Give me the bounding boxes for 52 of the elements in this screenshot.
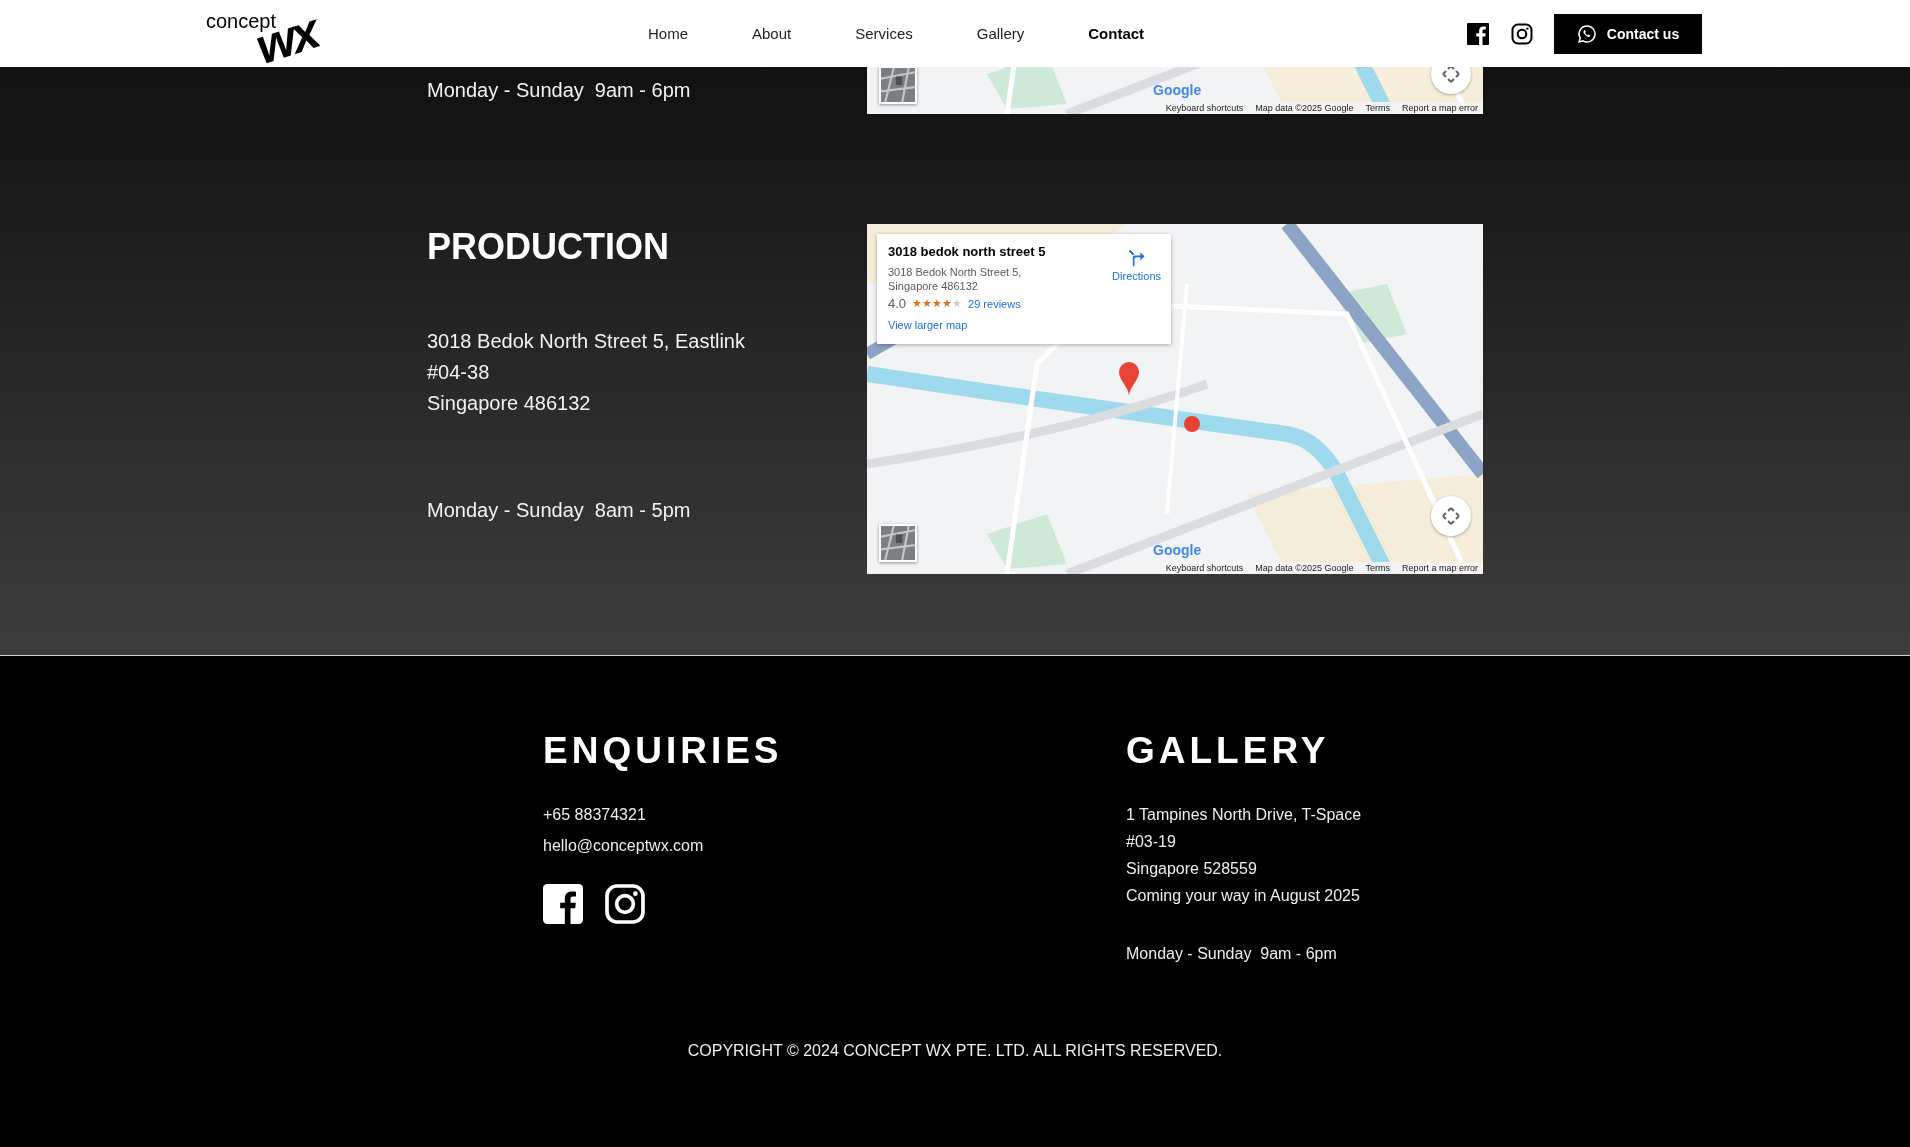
instagram-icon[interactable]: [605, 884, 645, 924]
reviews-link[interactable]: 29 reviews: [968, 297, 1021, 310]
chat-bubble-icon: [1576, 23, 1597, 44]
section-heading: PRODUCTION: [427, 226, 670, 268]
view-larger-map-link[interactable]: View larger map: [888, 319, 968, 331]
email-address: hello@conceptwx.com: [543, 837, 705, 855]
directions-arrow-icon: [1126, 248, 1147, 268]
nav-link[interactable]: Home: [616, 25, 720, 42]
opening-hours: Monday - Sunday 8am - 5pm: [427, 499, 692, 522]
contact-us-button[interactable]: Contact us: [1554, 13, 1702, 54]
attribution-link[interactable]: Map data ©2025 Google: [1255, 563, 1354, 573]
attribution-link[interactable]: Terms: [1365, 563, 1390, 573]
facebook-icon[interactable]: [1466, 21, 1490, 46]
opening-hours: Monday - Sunday 9am - 6pm: [427, 79, 692, 102]
star-rating: ★★★★★: [912, 297, 963, 310]
attribution-link[interactable]: Report a map error: [1401, 103, 1478, 113]
satellite-thumbnail-icon: [881, 68, 915, 102]
copyright-text: COPYRIGHT © 2024 CONCEPT WX PTE. LTD. ALL RIGHTS RESERVED.: [687, 1042, 1223, 1060]
google-logo: Google: [1153, 82, 1202, 98]
satellite-thumbnail-icon: [881, 526, 915, 560]
attribution-link[interactable]: Terms: [1365, 103, 1390, 113]
place-name: 3018 bedok north street 5: [888, 244, 1047, 259]
address-line: #03-19: [1126, 833, 1177, 851]
nav-link[interactable]: About: [720, 25, 824, 42]
attribution-link[interactable]: Report a map error: [1401, 563, 1478, 573]
place-address: Singapore 486132: [888, 279, 979, 293]
address-line: #04-38: [427, 361, 491, 384]
address-line: Coming your way in August 2025: [1126, 887, 1361, 905]
map-type-button[interactable]: [879, 67, 917, 104]
attribution-link[interactable]: Map data ©2025 Google: [1255, 103, 1354, 113]
address-line: 1 Tampines North Drive, T-Space: [1126, 806, 1363, 824]
map-type-button[interactable]: [879, 524, 917, 562]
nav-link[interactable]: Gallery: [944, 25, 1057, 42]
google-logo: Google: [1153, 542, 1202, 558]
rating-value: 4.0: [888, 296, 907, 311]
address-line: Singapore 486132: [427, 392, 592, 415]
directions-button[interactable]: Directions: [1112, 248, 1161, 290]
opening-hours: Monday - Sunday 9am - 6pm: [1126, 945, 1338, 963]
nav-link[interactable]: Services: [823, 25, 945, 42]
place-address: 3018 Bedok North Street 5,: [888, 265, 1023, 279]
facebook-icon[interactable]: [543, 884, 583, 924]
address-line: Singapore 528559: [1126, 860, 1258, 878]
instagram-icon[interactable]: [1510, 21, 1534, 46]
logo[interactable]: concept wx: [206, 5, 326, 62]
nav-link[interactable]: Contact: [1056, 25, 1177, 42]
phone-number: +65 88374321: [543, 806, 647, 824]
footer-heading: ENQUIRIES: [543, 730, 784, 772]
footer-heading: GALLERY: [1126, 730, 1331, 772]
address-line: 3018 Bedok North Street 5, Eastlink: [427, 330, 746, 353]
attribution-link[interactable]: Keyboard shortcuts: [1165, 563, 1244, 573]
attribution-link[interactable]: Keyboard shortcuts: [1165, 103, 1244, 113]
map[interactable]: 3018 bedok north street 5 3018 Bedok North Street 5, Singapore 486132 4.0 ★★★★★ 29 reviews View larger map Directions Google Keyboard shortcuts Map data ©2025 Google Terms Report a map error: [867, 224, 1483, 574]
